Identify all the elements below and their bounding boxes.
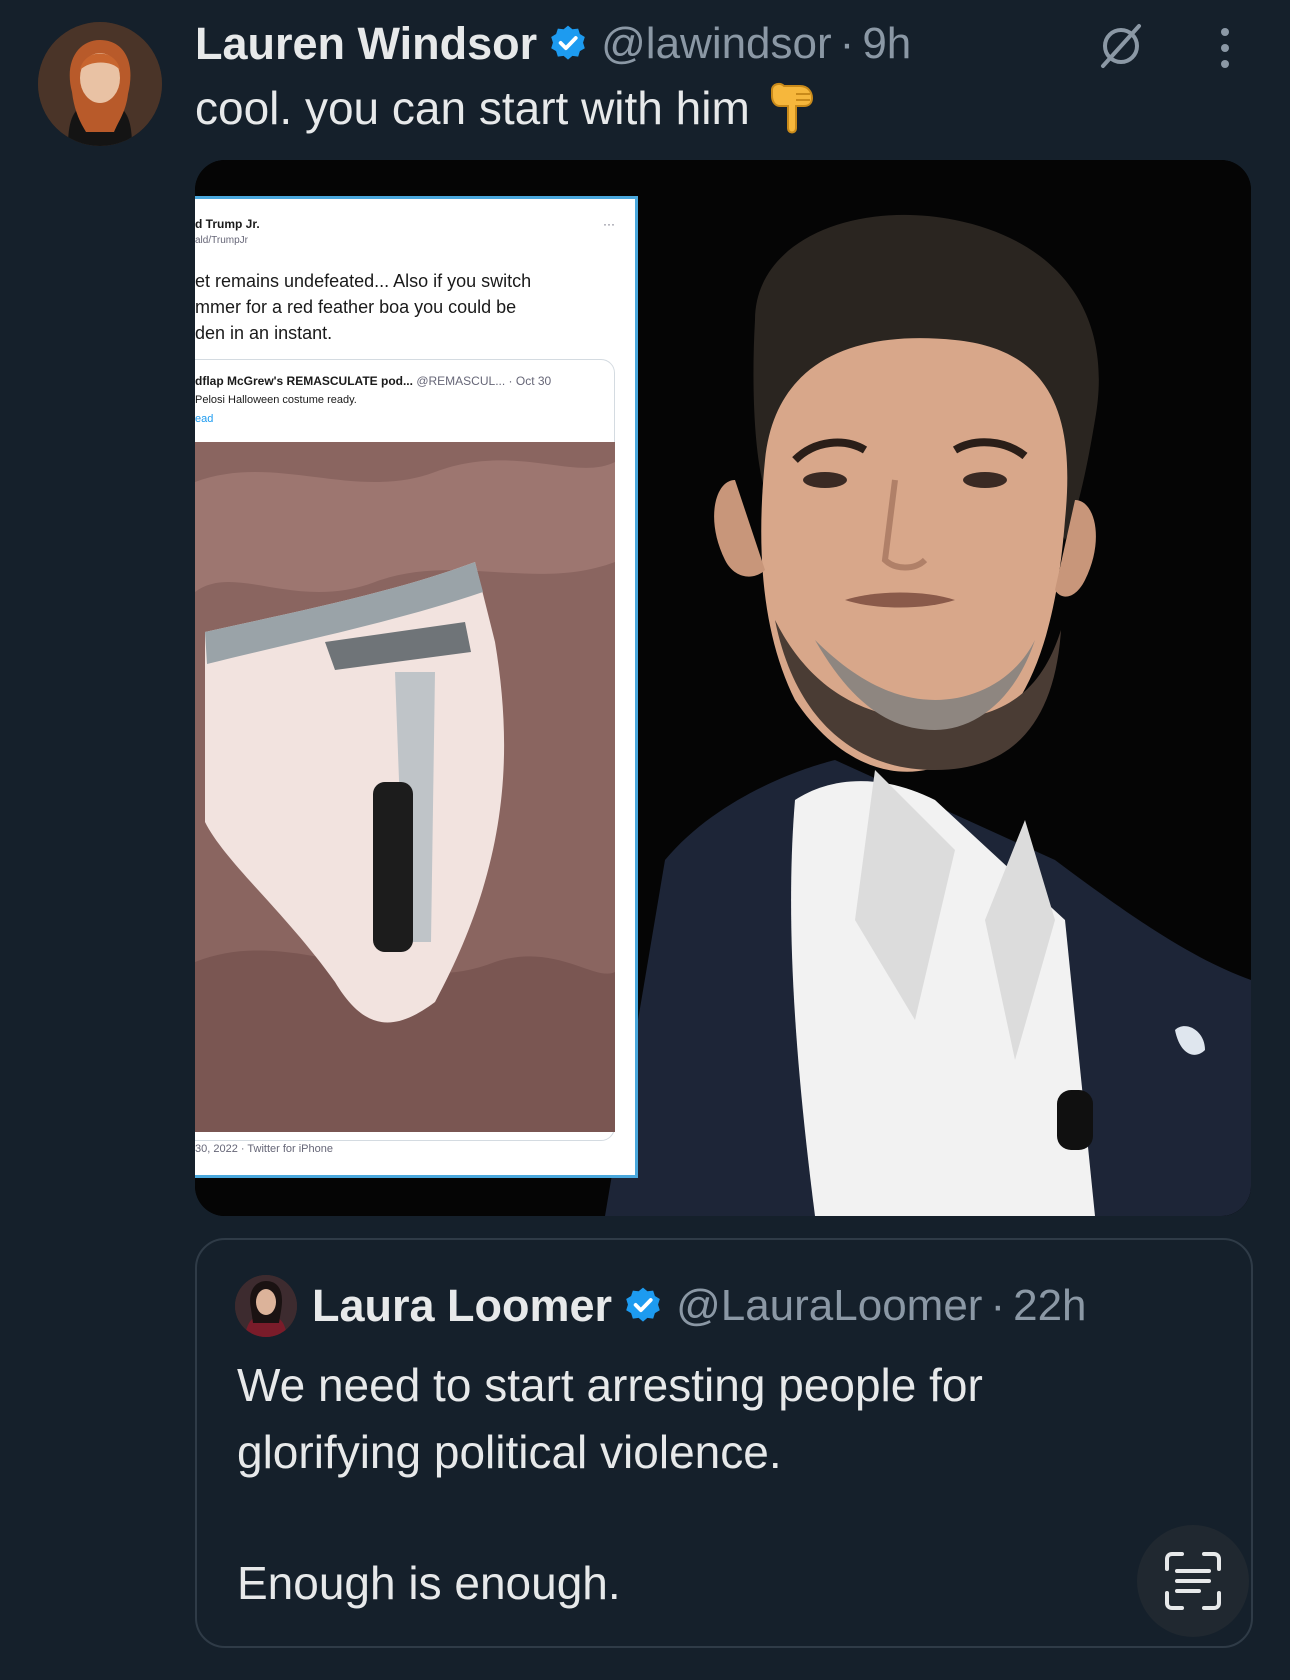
embedded-quote-author: dflap McGrew's REMASCULATE pod... [195,374,413,388]
author-handle[interactable]: @lawindsor [601,19,832,69]
embedded-text-line: mmer for a red feather boa you could be [195,297,517,317]
embedded-quote-link: ead [195,413,214,425]
tweet-timestamp[interactable]: 9h [862,19,911,69]
more-vertical-icon[interactable] [1210,18,1240,78]
quoted-tweet[interactable]: Laura Loomer @LauraLoomer · 22h We need … [195,1238,1253,1648]
author-avatar[interactable] [38,22,162,146]
embedded-text-line: et remains undefeated... Also if you swi… [195,271,532,291]
underwear-hammer-photo [195,442,615,1132]
quoted-tweet-header: Laura Loomer @LauraLoomer · 22h [312,1276,1087,1336]
embedded-author-handle: ald/TrumpJr [195,235,248,246]
scan-text-icon [1165,1552,1221,1610]
quoted-author-avatar[interactable] [235,1275,297,1337]
separator-dot: · [839,19,855,68]
embedded-quote-date: · Oct 30 [508,374,552,388]
backhand-index-pointing-down-emoji [770,82,813,134]
embedded-tweet-screenshot: d Trump Jr. ald/TrumpJr ··· et remains u… [195,196,638,1178]
grok-icon[interactable] [1095,20,1147,72]
tweet-text-content: cool. you can start with him [195,82,750,134]
embedded-quote-text: Pelosi Halloween costume ready. [195,394,357,406]
quoted-author-name[interactable]: Laura Loomer [312,1280,612,1332]
tweet-header: Lauren Windsor @lawindsor · 9h [195,14,911,74]
embedded-footer: 30, 2022 · Twitter for iPhone [195,1143,333,1155]
quoted-tweet-timestamp[interactable]: 22h [1013,1281,1086,1331]
embedded-author-name: d Trump Jr. [195,217,260,231]
embedded-quote-header: dflap McGrew's REMASCULATE pod... @REMAS… [195,374,551,388]
quoted-author-handle[interactable]: @LauraLoomer [676,1281,982,1331]
tweet-media-image[interactable]: d Trump Jr. ald/TrumpJr ··· et remains u… [195,160,1251,1216]
embedded-text-line: den in an instant. [195,323,333,343]
quoted-tweet-text: We need to start arresting people for gl… [237,1352,983,1617]
embedded-more-icon: ··· [603,217,615,231]
embedded-quote-handle: @REMASCUL... [416,374,506,388]
verified-badge-icon [551,25,585,60]
quoted-text-line: We need to start arresting people for [237,1359,983,1411]
quoted-text-line: Enough is enough. [237,1557,621,1609]
quoted-text-line: glorifying political violence. [237,1426,782,1478]
verified-badge-icon [626,1287,660,1322]
separator-dot: · [990,1281,1006,1330]
scan-text-button[interactable] [1137,1525,1249,1637]
tweet-text: cool. you can start with him [195,80,818,136]
tweet[interactable]: Lauren Windsor @lawindsor · 9h cool. you… [0,0,1290,1680]
author-name[interactable]: Lauren Windsor [195,18,537,70]
